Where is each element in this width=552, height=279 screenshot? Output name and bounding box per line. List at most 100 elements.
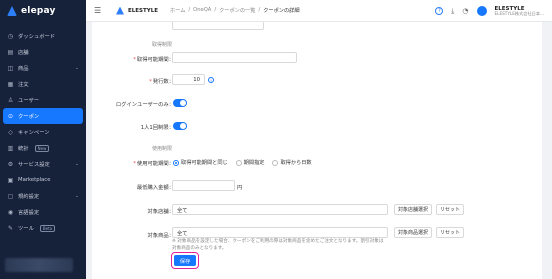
previous-field-input[interactable] — [172, 22, 264, 30]
avatar[interactable] — [476, 6, 487, 16]
logo-text: elepay — [21, 6, 56, 16]
chevron-down-icon: ⌄ — [74, 161, 79, 167]
save-button-highlight: 保存 — [171, 252, 199, 269]
usage-period-option[interactable]: 期間指定 — [235, 159, 265, 166]
sidebar-item-dashboard[interactable]: ◷ ダッシュボード — [0, 28, 86, 44]
sidebar-item-label: 規約設定 — [18, 194, 40, 200]
target-product-select-button[interactable]: 対象商品選択 — [394, 227, 432, 238]
tool-icon: ✎ — [7, 224, 14, 232]
company-name: ELESTYLE — [128, 7, 158, 14]
sidebar-item-order[interactable]: ▦ 注文 — [0, 76, 86, 92]
radio-label: 期間指定 — [243, 160, 265, 166]
section-usage-limit: 使用制限 — [152, 146, 173, 152]
min-purchase-label: 最低購入金額： — [136, 185, 174, 191]
target-store-input[interactable]: 全て — [172, 204, 388, 215]
sidebar-item-label: 商品 — [18, 66, 29, 72]
target-store-select-button[interactable]: 対象店舗選択 — [394, 204, 432, 215]
header-actions: ? ⤓ ◔ ELESTYLE ELESTYLE株式会社日本... — [435, 0, 544, 22]
logo-mark-icon — [7, 6, 17, 16]
usage-period-option[interactable]: 取得から日数 — [272, 159, 312, 166]
sidebar-item-store[interactable]: ▤ 店舗 — [0, 44, 86, 60]
user-organization: ELESTYLE株式会社日本... — [494, 10, 545, 16]
app-logo[interactable]: elepay — [0, 0, 86, 22]
sidebar: elepay ◷ ダッシュボード ▤ 店舗 ◫ 商品 ⌄ ▦ 注文 ♙ ユーザー ⊙ クーポン ◇ キャンペ… — [0, 0, 86, 279]
sidebar-item-label: サービス設定 — [18, 162, 50, 168]
acquire-period-label: *取得可能期間： — [133, 57, 174, 63]
sidebar-nav: ◷ ダッシュボード ▤ 店舗 ◫ 商品 ⌄ ▦ 注文 ♙ ユーザー ⊙ クーポン ◇ キャンペーン ▥ 統計 Ne… — [0, 28, 86, 236]
sidebar-item-product[interactable]: ◫ 商品 ⌄ — [0, 60, 86, 76]
notification-bell-icon[interactable]: ◔ — [462, 7, 468, 15]
login-only-toggle[interactable] — [173, 99, 187, 107]
radio-button[interactable] — [173, 159, 179, 166]
coupon-form-card: 取得制限 *取得可能期間： *発行数： 10 i ログインユーザーのみ： 1人1… — [92, 22, 542, 279]
login-only-label: ログインユーザーのみ： — [115, 102, 174, 108]
menu-collapse-icon[interactable]: ☰ — [94, 6, 106, 15]
target-store-reset-button[interactable]: リセット — [436, 204, 464, 215]
terms-icon: ▢ — [7, 192, 14, 200]
target-product-note: ※ 対象商品を設定した場合、クーポンをご利用の際は対象商品を含めたご注文となりま… — [172, 239, 384, 251]
target-product-reset-button[interactable]: リセット — [436, 227, 464, 238]
radio-button[interactable] — [235, 159, 242, 166]
coupon-icon: ⊙ — [7, 112, 14, 120]
download-icon[interactable]: ⤓ — [451, 7, 454, 16]
sidebar-account-blurred[interactable] — [5, 258, 73, 272]
sidebar-item-label: ダッシュボード — [18, 34, 56, 40]
target-store-label: 対象店舗： — [147, 209, 175, 215]
issue-count-input[interactable]: 10 — [172, 74, 205, 85]
issue-count-info-icon[interactable]: i — [208, 77, 214, 83]
breadcrumb-item[interactable]: OneQA — [193, 7, 211, 14]
usage-period-label: *使用可能期間： — [133, 161, 174, 167]
sidebar-item-tool[interactable]: ✎ ツール Beta — [0, 220, 86, 236]
chevron-down-icon: ⌄ — [74, 65, 79, 71]
min-purchase-input[interactable] — [172, 180, 235, 191]
breadcrumb-separator: / — [188, 7, 191, 13]
one-per-person-toggle[interactable] — [173, 122, 187, 130]
breadcrumb-item: クーポンの詳細 — [263, 8, 300, 14]
breadcrumb-item[interactable]: クーポンの一覧 — [219, 7, 255, 14]
order-icon: ▦ — [7, 80, 14, 88]
marketplace-icon: ▣ — [7, 176, 14, 184]
save-button[interactable]: 保存 — [174, 255, 196, 266]
sidebar-item-coupon[interactable]: ⊙ クーポン — [3, 108, 83, 124]
top-header: ☰ ELESTYLE ホーム / OneQA / クーポンの一覧 / クーポンの詳細 ? ⤓… — [86, 0, 552, 22]
sidebar-item-terms[interactable]: ▢ 規約設定 ⌄ — [0, 188, 86, 204]
sidebar-item-service-settings[interactable]: ⚙ サービス設定 ⌄ — [0, 156, 86, 172]
campaign-icon: ◇ — [8, 128, 13, 136]
sidebar-item-label: 言語設定 — [18, 210, 40, 216]
sidebar-item-badge: Beta — [39, 224, 56, 232]
language-icon: ◉ — [7, 208, 14, 216]
sidebar-item-label: ユーザー — [18, 98, 40, 104]
usage-period-option[interactable]: 取得可能期間と同じ — [173, 159, 228, 166]
company-logo-icon — [116, 6, 124, 15]
dashboard-icon: ◷ — [7, 32, 14, 40]
issue-count-label: *発行数： — [149, 79, 174, 85]
breadcrumb-separator: / — [214, 7, 217, 13]
service-settings-icon: ⚙ — [7, 160, 14, 168]
sidebar-item-user[interactable]: ♙ ユーザー — [0, 92, 86, 108]
user-icon: ♙ — [7, 96, 14, 104]
breadcrumb-item[interactable]: ホーム — [170, 7, 185, 14]
min-purchase-unit: 円 — [237, 185, 243, 191]
sidebar-item-marketplace[interactable]: ▣ Marketplace — [0, 172, 86, 188]
sidebar-item-campaign[interactable]: ◇ キャンペーン — [0, 124, 86, 140]
radio-label: 取得から日数 — [280, 160, 312, 166]
section-acquire-limit: 取得制限 — [152, 42, 173, 48]
sidebar-item-stats[interactable]: ▥ 統計 New — [0, 140, 86, 156]
usage-period-radio-group: 取得可能期間と同じ 期間指定 取得から日数 — [173, 159, 312, 166]
acquire-period-input[interactable] — [172, 52, 297, 63]
target-product-input[interactable]: 全て — [172, 227, 388, 238]
sidebar-item-label: Marketplace — [18, 177, 51, 183]
radio-button[interactable] — [272, 159, 279, 166]
one-per-person-label: 1人1回制限： — [140, 125, 174, 131]
sidebar-item-label: 店舗 — [18, 50, 29, 56]
user-menu[interactable]: ELESTYLE ELESTYLE株式会社日本... — [495, 6, 545, 17]
company-brand: ELESTYLE — [116, 6, 158, 15]
target-product-label: 対象商品： — [147, 233, 175, 239]
sidebar-item-language[interactable]: ◉ 言語設定 — [0, 204, 86, 220]
help-icon[interactable]: ? — [435, 7, 444, 15]
sidebar-item-label: 統計 — [18, 146, 29, 152]
sidebar-item-label: ツール — [18, 226, 34, 232]
store-icon: ▤ — [7, 48, 14, 56]
chevron-down-icon: ⌄ — [74, 193, 79, 199]
sidebar-item-badge: New — [34, 144, 50, 152]
